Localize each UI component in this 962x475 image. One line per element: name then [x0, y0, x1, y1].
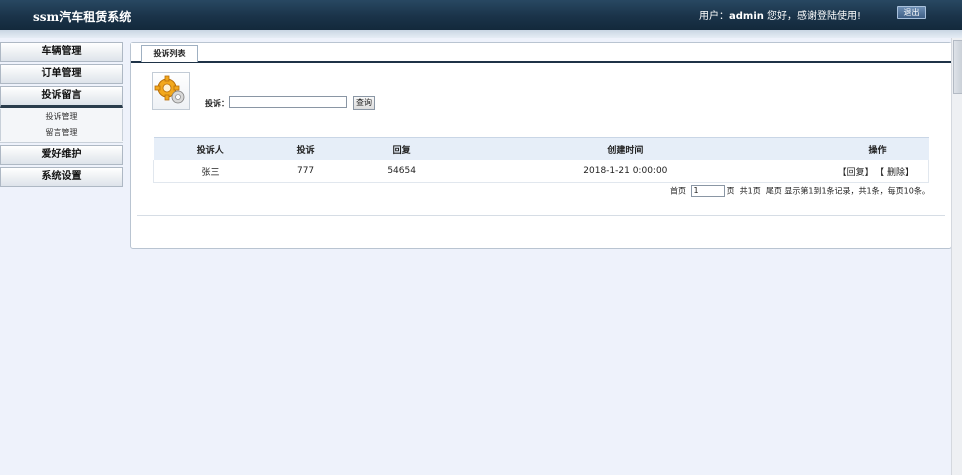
logout-button[interactable]: 退出	[897, 6, 926, 19]
sidebar-item-vehicles[interactable]: 车辆管理	[0, 42, 123, 62]
pager-last-link[interactable]: 尾页	[766, 187, 782, 196]
username: admin	[729, 11, 764, 22]
cell-complaint: 777	[267, 160, 345, 183]
scrollbar-thumb[interactable]	[953, 40, 962, 94]
column-header-complainant: 投诉人	[153, 137, 267, 160]
tab-complaint-list[interactable]: 投诉列表	[141, 45, 198, 62]
main-panel: 投诉列表 投诉： 查询 投诉人 投诉 回复 创建时间 操作 张三 777 546…	[130, 42, 952, 249]
tab-bar: 投诉列表	[131, 43, 951, 63]
sidebar-item-orders[interactable]: 订单管理	[0, 64, 123, 84]
sidebar: 车辆管理 订单管理 投诉留言 投诉管理 留言管理 爱好维护 系统设置	[0, 42, 123, 189]
table-row: 张三 777 54654 2018-1-21 0:00:00 【回复】【 删除】	[153, 160, 929, 183]
sidebar-item-hobbies[interactable]: 爱好维护	[0, 145, 123, 165]
app-title: ssm汽车租赁系统	[33, 10, 132, 24]
header-divider	[0, 30, 962, 38]
gear-icon	[152, 72, 190, 110]
sidebar-subitem-complaint-management[interactable]: 投诉管理	[0, 109, 123, 125]
pager-summary: 显示第1到1条记录，共1条，每页10条。	[784, 186, 930, 196]
column-header-actions: 操作	[791, 137, 929, 160]
reply-link[interactable]: 【回复】	[838, 168, 874, 178]
pager-page-suffix: 页	[726, 186, 735, 196]
panel-divider	[137, 215, 945, 216]
user-greeting: 用户：admin 您好，感谢登陆使用!	[699, 7, 861, 22]
column-header-complaint: 投诉	[267, 137, 345, 160]
sidebar-subitem-message-management[interactable]: 留言管理	[0, 125, 123, 141]
sidebar-item-complaints[interactable]: 投诉留言	[0, 86, 123, 108]
sidebar-item-settings[interactable]: 系统设置	[0, 167, 123, 187]
vertical-scrollbar[interactable]	[951, 38, 962, 475]
search-button[interactable]: 查询	[353, 96, 375, 110]
pager-total-pages: 共1页	[739, 186, 761, 196]
delete-link[interactable]: 【 删除】	[880, 168, 914, 178]
cell-actions: 【回复】【 删除】	[791, 160, 929, 183]
sidebar-submenu: 投诉管理 留言管理	[0, 108, 123, 143]
pagination: 首页 1页 共1页 尾页 显示第1到1条记录，共1条，每页10条。	[670, 185, 930, 197]
complaint-table: 投诉人 投诉 回复 创建时间 操作 张三 777 54654 2018-1-21…	[153, 137, 929, 183]
cell-created: 2018-1-21 0:00:00	[459, 160, 792, 183]
cell-complainant: 张三	[153, 160, 267, 183]
cell-reply: 54654	[344, 160, 460, 183]
user-prefix: 用户：	[699, 11, 729, 22]
top-header: ssm汽车租赁系统 用户：admin 您好，感谢登陆使用! 退出	[0, 0, 962, 30]
search-label: 投诉：	[205, 99, 229, 108]
greeting-text: 您好，感谢登陆使用!	[763, 11, 862, 22]
column-header-created: 创建时间	[459, 137, 792, 160]
search-input[interactable]	[229, 96, 347, 108]
page-number-input[interactable]: 1	[690, 185, 725, 197]
pager-first-link[interactable]: 首页	[670, 187, 686, 196]
table-header-row: 投诉人 投诉 回复 创建时间 操作	[153, 137, 929, 160]
column-header-reply: 回复	[344, 137, 460, 160]
